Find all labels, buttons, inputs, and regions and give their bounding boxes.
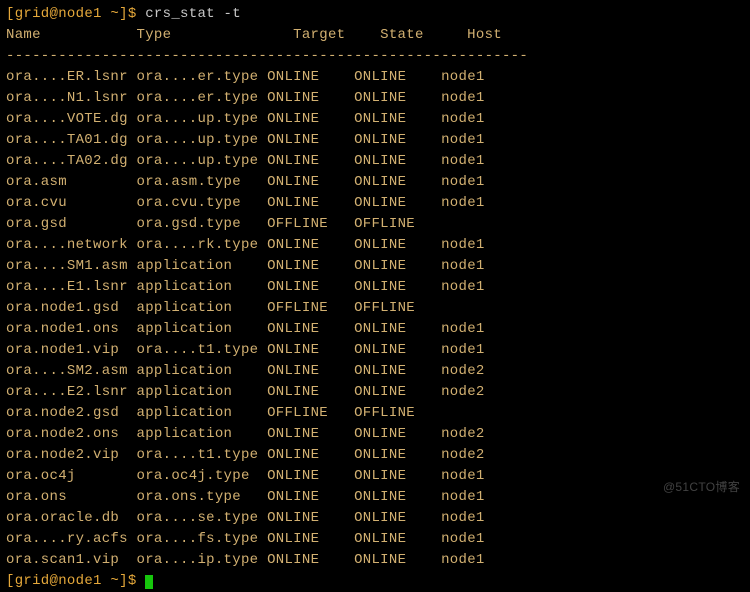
- table-row: ora.node1.gsd application OFFLINE OFFLIN…: [6, 298, 744, 319]
- table-row: ora....N1.lsnr ora....er.type ONLINE ONL…: [6, 88, 744, 109]
- table-row: ora....VOTE.dg ora....up.type ONLINE ONL…: [6, 109, 744, 130]
- terminal-output: [grid@node1 ~]$ crs_stat -tName Type Tar…: [6, 4, 744, 592]
- table-row: ora....TA01.dg ora....up.type ONLINE ONL…: [6, 130, 744, 151]
- table-row: ora.oracle.db ora....se.type ONLINE ONLI…: [6, 508, 744, 529]
- table-row: ora.gsd ora.gsd.type OFFLINE OFFLINE: [6, 214, 744, 235]
- table-row: ora....TA02.dg ora....up.type ONLINE ONL…: [6, 151, 744, 172]
- table-row: ora....SM2.asm application ONLINE ONLINE…: [6, 361, 744, 382]
- table-row: ora....E1.lsnr application ONLINE ONLINE…: [6, 277, 744, 298]
- table-row: ora....network ora....rk.type ONLINE ONL…: [6, 235, 744, 256]
- table-header: Name Type Target State Host: [6, 25, 744, 46]
- table-row: ora.asm ora.asm.type ONLINE ONLINE node1: [6, 172, 744, 193]
- command: crs_stat -t: [145, 6, 241, 22]
- prompt-line-cursor[interactable]: [grid@node1 ~]$: [6, 571, 744, 592]
- table-row: ora....SM1.asm application ONLINE ONLINE…: [6, 256, 744, 277]
- table-row: ora....ER.lsnr ora....er.type ONLINE ONL…: [6, 67, 744, 88]
- table-row: ora....E2.lsnr application ONLINE ONLINE…: [6, 382, 744, 403]
- table-row: ora.cvu ora.cvu.type ONLINE ONLINE node1: [6, 193, 744, 214]
- table-row: ora.node2.ons application ONLINE ONLINE …: [6, 424, 744, 445]
- table-row: ora.node2.vip ora....t1.type ONLINE ONLI…: [6, 445, 744, 466]
- watermark: @51CTO博客: [663, 478, 740, 496]
- table-row: ora.node1.ons application ONLINE ONLINE …: [6, 319, 744, 340]
- cursor: [145, 575, 153, 589]
- table-row: ora.node2.gsd application OFFLINE OFFLIN…: [6, 403, 744, 424]
- separator: ----------------------------------------…: [6, 46, 744, 67]
- table-row: ora.scan1.vip ora....ip.type ONLINE ONLI…: [6, 550, 744, 571]
- prompt-line[interactable]: [grid@node1 ~]$ crs_stat -t: [6, 4, 744, 25]
- table-row: ora....ry.acfs ora....fs.type ONLINE ONL…: [6, 529, 744, 550]
- table-row: ora.node1.vip ora....t1.type ONLINE ONLI…: [6, 340, 744, 361]
- table-row: ora.oc4j ora.oc4j.type ONLINE ONLINE nod…: [6, 466, 744, 487]
- table-row: ora.ons ora.ons.type ONLINE ONLINE node1: [6, 487, 744, 508]
